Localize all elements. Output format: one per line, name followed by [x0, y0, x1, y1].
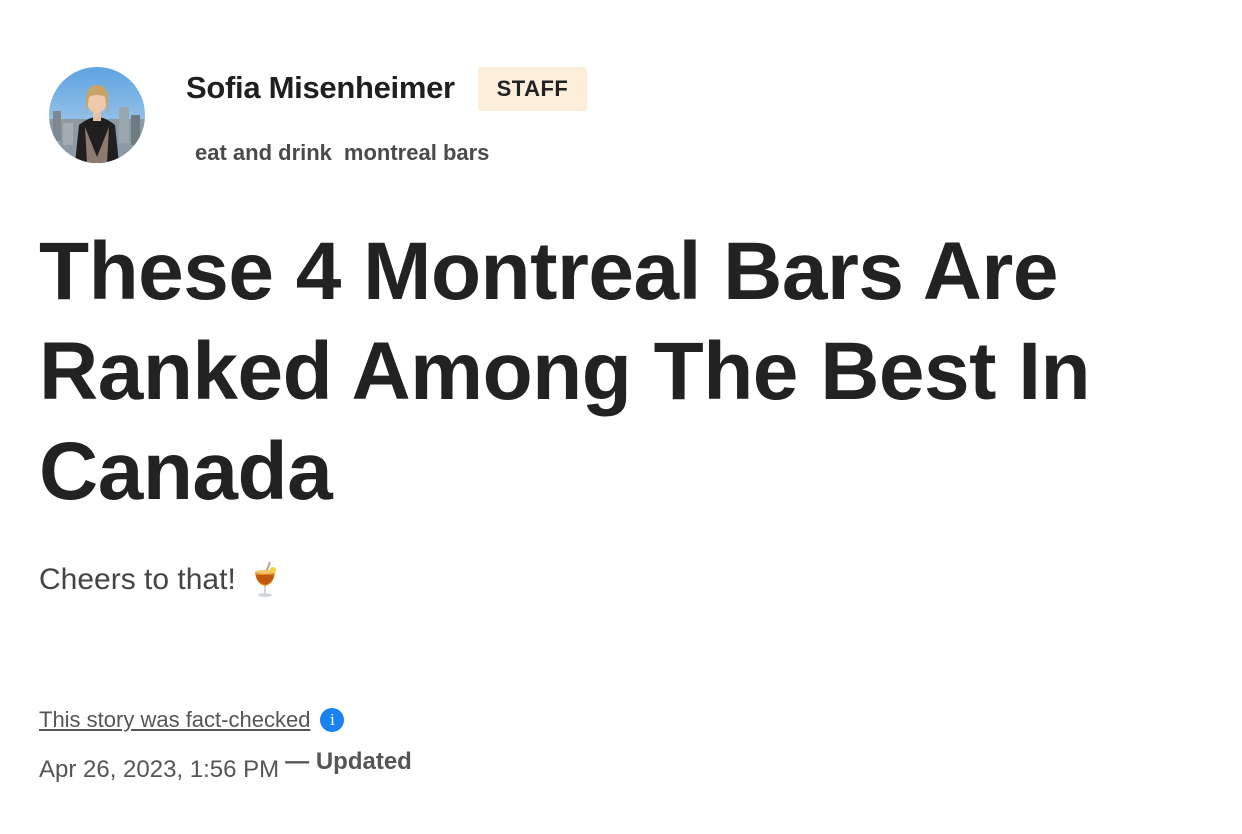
- author-avatar[interactable]: [49, 67, 145, 163]
- fact-check-row: This story was fact-checked i: [39, 707, 345, 733]
- subtitle-text: Cheers to that!: [39, 563, 236, 596]
- tag-montreal-bars[interactable]: montreal bars: [344, 140, 490, 166]
- staff-badge: STAFF: [478, 67, 587, 111]
- author-name[interactable]: Sofia Misenheimer: [186, 70, 455, 106]
- publish-date: Apr 26, 2023, 1:56 PM: [39, 756, 280, 783]
- article-headline: These 4 Montreal Bars Are Ranked Among T…: [39, 226, 1091, 517]
- article-subtitle: Cheers to that!: [39, 560, 280, 600]
- tag-eat-and-drink[interactable]: eat and drink: [195, 140, 332, 166]
- tropical-drink-icon: [250, 560, 280, 600]
- fact-check-link[interactable]: This story was fact-checked: [39, 707, 310, 733]
- article-header: Sofia Misenheimer STAFF eat and drink mo…: [0, 0, 1242, 834]
- tag-list: eat and drink montreal bars: [195, 140, 489, 166]
- dateline: Apr 26, 2023, 1:56 PM — Updated: [39, 748, 412, 784]
- updated-label: — Updated: [285, 748, 412, 775]
- info-icon[interactable]: i: [320, 708, 345, 732]
